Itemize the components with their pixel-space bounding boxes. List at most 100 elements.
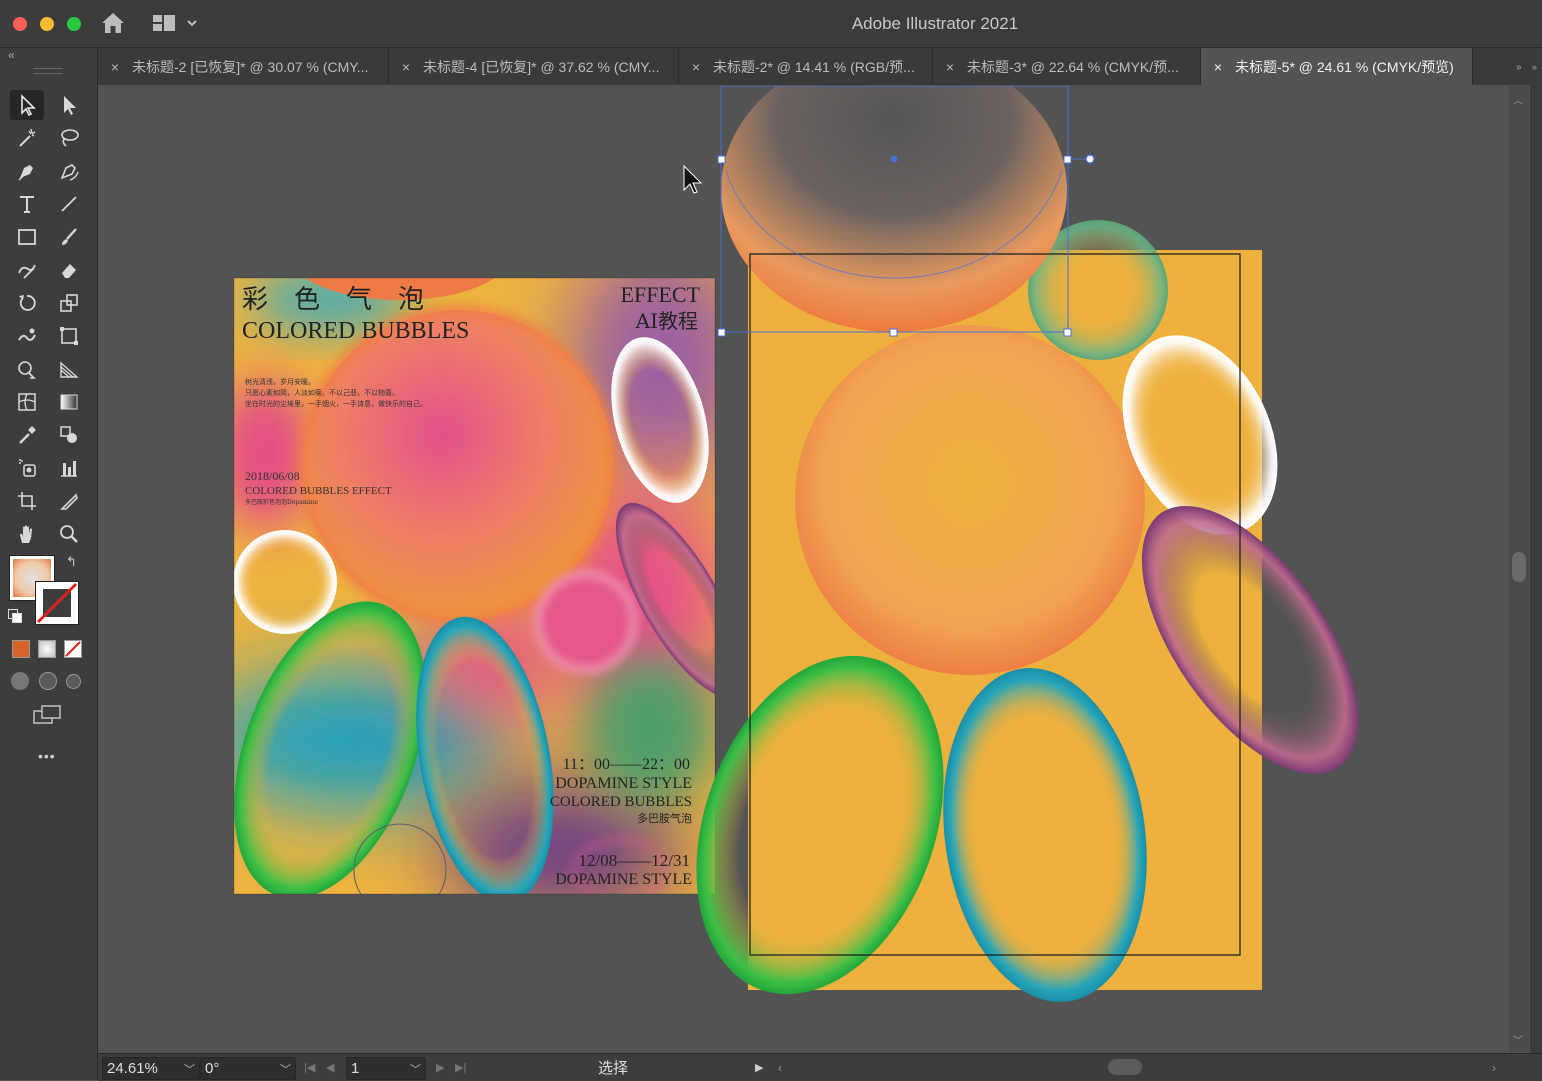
close-tab-icon[interactable]: × xyxy=(395,59,417,75)
tab-label: 未标题-5* @ 24.61 % (CMYK/预览) xyxy=(1235,58,1454,75)
bbox-handle xyxy=(889,328,898,337)
collapse-panel-icon[interactable]: « xyxy=(8,48,15,62)
rectangle-tool-icon[interactable] xyxy=(10,222,44,252)
line-segment-tool-icon[interactable] xyxy=(52,189,86,219)
warp-tool-icon[interactable] xyxy=(10,321,44,351)
tab-overflow-icon[interactable]: » xyxy=(1516,62,1522,73)
scroll-thumb[interactable] xyxy=(1512,552,1526,582)
swap-fill-stroke-icon[interactable]: ↰ xyxy=(66,554,77,570)
artboard-number-dropdown[interactable]: 1 ﹀ xyxy=(346,1057,426,1080)
horizontal-scroll-thumb[interactable] xyxy=(1108,1059,1142,1075)
artboard-number: 1 xyxy=(351,1060,360,1077)
zoom-tool-icon[interactable] xyxy=(52,519,86,549)
last-artboard-icon[interactable]: ▶| xyxy=(455,1057,466,1078)
poster-title-cn: 彩 色 气 泡 xyxy=(242,285,424,315)
bbox-handle xyxy=(1063,328,1072,337)
draw-inside-icon[interactable] xyxy=(66,674,81,689)
document-tab[interactable]: × 未标题-2* @ 14.41 % (RGB/预... xyxy=(679,48,933,85)
artboard-tool-icon[interactable] xyxy=(10,486,44,516)
gradient-tool-icon[interactable] xyxy=(52,387,86,417)
document-tab[interactable]: × 未标题-2 [已恢复]* @ 30.07 % (CMY... xyxy=(98,48,389,85)
tab-label: 未标题-2 [已恢复]* @ 30.07 % (CMY... xyxy=(132,58,369,75)
chevron-down-icon: ﹀ xyxy=(280,1063,291,1076)
scroll-down-icon[interactable]: ﹀ xyxy=(1513,1032,1523,1047)
document-tab[interactable]: × 未标题-3* @ 22.64 % (CMYK/预... xyxy=(933,48,1201,85)
expand-panel-icon[interactable]: » xyxy=(1532,62,1537,72)
poster-ai-tutorial: AI教程 xyxy=(635,309,698,333)
close-tab-icon[interactable]: × xyxy=(939,59,961,75)
draw-behind-icon[interactable] xyxy=(39,672,57,690)
eraser-tool-icon[interactable] xyxy=(52,255,86,285)
poster-date-range: 12/08——12/31 xyxy=(579,851,690,870)
slice-tool-icon[interactable] xyxy=(52,486,86,516)
document-tab-bar: × 未标题-2 [已恢复]* @ 30.07 % (CMY... × 未标题-4 [… xyxy=(98,48,1542,85)
close-tab-icon[interactable]: × xyxy=(685,59,707,75)
eyedropper-tool-icon[interactable] xyxy=(10,420,44,450)
rotate-tool-icon[interactable] xyxy=(10,288,44,318)
poster-effect: EFFECT xyxy=(621,282,701,307)
poster-date: 2018/06/08 xyxy=(245,469,300,483)
prev-artboard-icon[interactable]: ◀ xyxy=(326,1057,334,1078)
poster-body-line: 坐在时光的尘埃里，一手烟火，一手诗意，做快乐的自己。 xyxy=(245,399,427,408)
tab-label: 未标题-4 [已恢复]* @ 37.62 % (CMY... xyxy=(423,58,660,75)
status-menu-arrow-icon[interactable]: ▶ xyxy=(755,1057,763,1078)
stroke-swatch[interactable] xyxy=(35,581,79,625)
screen-mode-icon[interactable] xyxy=(33,705,63,725)
paintbrush-tool-icon[interactable] xyxy=(52,222,86,252)
scroll-right-icon[interactable]: › xyxy=(1492,1057,1496,1078)
curvature-tool-icon[interactable] xyxy=(52,156,86,186)
close-tab-icon[interactable]: × xyxy=(104,59,126,75)
blend-tool-icon[interactable] xyxy=(52,420,86,450)
chevron-down-icon: ﹀ xyxy=(184,1063,195,1076)
document-tab-active[interactable]: × 未标题-5* @ 24.61 % (CMYK/预览) xyxy=(1201,48,1473,85)
selection-tool-icon[interactable] xyxy=(10,90,44,120)
perspective-grid-tool-icon[interactable] xyxy=(52,354,86,384)
color-mode-icon[interactable] xyxy=(12,640,30,658)
symbol-sprayer-tool-icon[interactable] xyxy=(10,453,44,483)
lasso-tool-icon[interactable] xyxy=(52,123,86,153)
poster-style: DOPAMINE STYLE xyxy=(555,775,692,792)
gradient-mode-icon[interactable] xyxy=(38,640,56,658)
shaper-tool-icon[interactable] xyxy=(10,255,44,285)
status-bar: 24.61% ﹀ 0° ﹀ |◀ ◀ 1 ﹀ ▶ ▶| 选择 ▶ ‹ › xyxy=(98,1053,1542,1081)
first-artboard-icon[interactable]: |◀ xyxy=(304,1057,315,1078)
next-artboard-icon[interactable]: ▶ xyxy=(436,1057,444,1078)
scroll-left-icon[interactable]: ‹ xyxy=(778,1057,782,1078)
poster-small-line: 多巴胺彩色泡泡Dopamine xyxy=(245,498,318,506)
poster-subtitle: COLORED BUBBLES EFFECT xyxy=(245,485,392,497)
direct-selection-tool-icon[interactable] xyxy=(52,90,86,120)
magic-wand-tool-icon[interactable] xyxy=(10,123,44,153)
current-tool-label: 选择 xyxy=(598,1060,629,1077)
edit-toolbar-button[interactable]: ••• xyxy=(38,748,56,764)
hand-tool-icon[interactable] xyxy=(10,519,44,549)
draw-normal-icon[interactable] xyxy=(11,672,29,690)
poster-body-line: 树光清浅，岁月安暖。 xyxy=(245,377,315,386)
scale-tool-icon[interactable] xyxy=(52,288,86,318)
column-graph-tool-icon[interactable] xyxy=(52,453,86,483)
zoom-dropdown[interactable]: 24.61% ﹀ xyxy=(102,1057,200,1080)
type-tool-icon[interactable] xyxy=(10,189,44,219)
tools-panel: « ↰ ••• xyxy=(0,48,98,1080)
default-fill-stroke-icon[interactable] xyxy=(8,609,22,623)
zoom-value: 24.61% xyxy=(107,1060,158,1077)
document-tab[interactable]: × 未标题-4 [已恢复]* @ 37.62 % (CMY... xyxy=(389,48,679,85)
title-bar: Adobe Illustrator 2021 xyxy=(0,0,1542,48)
right-panel-edge: » xyxy=(1530,48,1542,1080)
chevron-down-icon: ﹀ xyxy=(410,1063,421,1076)
rotation-dropdown[interactable]: 0° ﹀ xyxy=(200,1057,296,1080)
pen-tool-icon[interactable] xyxy=(10,156,44,186)
free-transform-tool-icon[interactable] xyxy=(52,321,86,351)
shape-builder-tool-icon[interactable] xyxy=(10,354,44,384)
panel-grip[interactable] xyxy=(33,68,63,74)
rotation-value: 0° xyxy=(205,1060,220,1077)
artwork-canvas: 彩 色 气 泡 COLORED BUBBLES EFFECT AI教程 树光清浅… xyxy=(233,86,1359,1002)
vertical-scrollbar[interactable]: ︿ ﹀ xyxy=(1509,86,1529,1052)
none-mode-icon[interactable] xyxy=(64,640,82,658)
mesh-tool-icon[interactable] xyxy=(10,387,44,417)
close-tab-icon[interactable]: × xyxy=(1207,59,1229,75)
canvas-area[interactable]: 彩 色 气 泡 COLORED BUBBLES EFFECT AI教程 树光清浅… xyxy=(98,86,1509,1052)
gradient-handle xyxy=(1085,154,1095,164)
tab-label: 未标题-2* @ 14.41 % (RGB/预... xyxy=(713,58,915,75)
scroll-up-icon[interactable]: ︿ xyxy=(1513,92,1523,107)
mouse-cursor-icon xyxy=(683,164,703,194)
